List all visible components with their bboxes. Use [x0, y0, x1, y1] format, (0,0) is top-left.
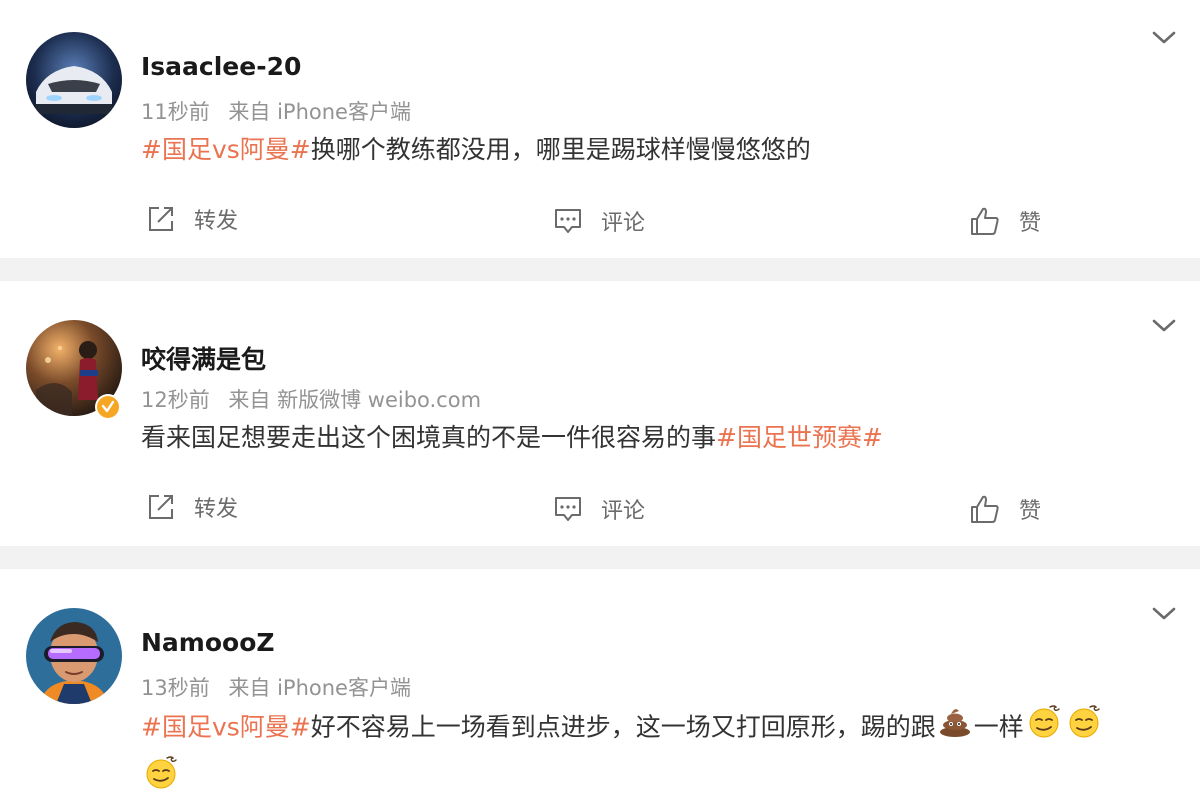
verified-badge-icon: [95, 394, 121, 420]
like-icon: [969, 493, 1001, 525]
post-meta: 13秒前 来自 iPhone客户端: [141, 672, 411, 702]
chevron-down-icon[interactable]: [1150, 604, 1178, 624]
post-source[interactable]: 来自 新版微博 weibo.com: [228, 388, 481, 412]
username[interactable]: NamoooZ: [141, 628, 275, 657]
chevron-down-icon[interactable]: [1150, 28, 1178, 48]
post-meta: 11秒前 来自 iPhone客户端: [141, 96, 411, 126]
post-text-part: 一样: [973, 712, 1024, 742]
smirk-emoji-icon: [1026, 703, 1062, 754]
avatar[interactable]: [26, 608, 122, 704]
comment-label: 评论: [601, 211, 646, 236]
post-content: #国足vs阿曼#好不容易上一场看到点进步，这一场又打回原形，踢的跟 一样: [141, 703, 1161, 793]
comment-label: 评论: [601, 499, 646, 524]
post-content: #国足vs阿曼#换哪个教练都没用，哪里是踢球样慢慢悠悠的: [141, 127, 1161, 173]
poop-emoji-icon: [938, 705, 972, 752]
username[interactable]: 咬得满是包: [141, 340, 266, 376]
smirk-emoji-icon: [1066, 703, 1102, 754]
comment-button[interactable]: 评论: [553, 493, 645, 525]
repost-button[interactable]: 转发: [146, 203, 238, 235]
weibo-post: NamoooZ 13秒前 来自 iPhone客户端 #国足vs阿曼#好不容易上一…: [0, 569, 1200, 793]
post-separator: [0, 258, 1200, 281]
post-source[interactable]: 来自 iPhone客户端: [228, 100, 411, 124]
post-text: 看来国足想要走出这个困境真的不是一件很容易的事: [141, 423, 717, 452]
post-source[interactable]: 来自 iPhone客户端: [228, 676, 411, 700]
topic-link[interactable]: #国足世预赛#: [716, 423, 883, 452]
post-time: 11秒前: [141, 100, 210, 124]
comment-icon: [553, 495, 583, 523]
post-text: 换哪个教练都没用，哪里是踢球样慢慢悠悠的: [310, 135, 811, 164]
like-icon: [969, 205, 1001, 237]
topic-link[interactable]: #国足vs阿曼#: [141, 135, 311, 164]
like-button[interactable]: 赞: [969, 205, 1041, 237]
weibo-feed: Isaaclee-20 11秒前 来自 iPhone客户端 #国足vs阿曼#换哪…: [0, 0, 1200, 793]
post-meta: 12秒前 来自 新版微博 weibo.com: [141, 384, 481, 414]
repost-label: 转发: [194, 209, 239, 234]
comment-button[interactable]: 评论: [553, 205, 645, 237]
post-text-part: 好不容易上一场看到点进步，这一场又打回原形，踢的跟: [310, 712, 936, 742]
repost-button[interactable]: 转发: [146, 491, 238, 523]
repost-icon: [146, 492, 176, 522]
repost-label: 转发: [194, 497, 239, 522]
post-time: 13秒前: [141, 676, 210, 700]
weibo-post: 咬得满是包 12秒前 来自 新版微博 weibo.com 看来国足想要走出这个困…: [0, 281, 1200, 546]
username[interactable]: Isaaclee-20: [141, 52, 301, 81]
post-content: 看来国足想要走出这个困境真的不是一件很容易的事#国足世预赛#: [141, 415, 1161, 461]
topic-link[interactable]: #国足vs阿曼#: [141, 713, 311, 742]
chevron-down-icon[interactable]: [1150, 316, 1178, 336]
comment-icon: [553, 207, 583, 235]
repost-icon: [146, 204, 176, 234]
weibo-post: Isaaclee-20 11秒前 来自 iPhone客户端 #国足vs阿曼#换哪…: [0, 0, 1200, 258]
avatar[interactable]: [26, 32, 122, 128]
like-label: 赞: [1019, 211, 1042, 236]
smirk-emoji-icon: [143, 754, 179, 793]
post-separator: [0, 546, 1200, 569]
like-button[interactable]: 赞: [969, 493, 1041, 525]
like-label: 赞: [1019, 499, 1042, 524]
post-time: 12秒前: [141, 388, 210, 412]
